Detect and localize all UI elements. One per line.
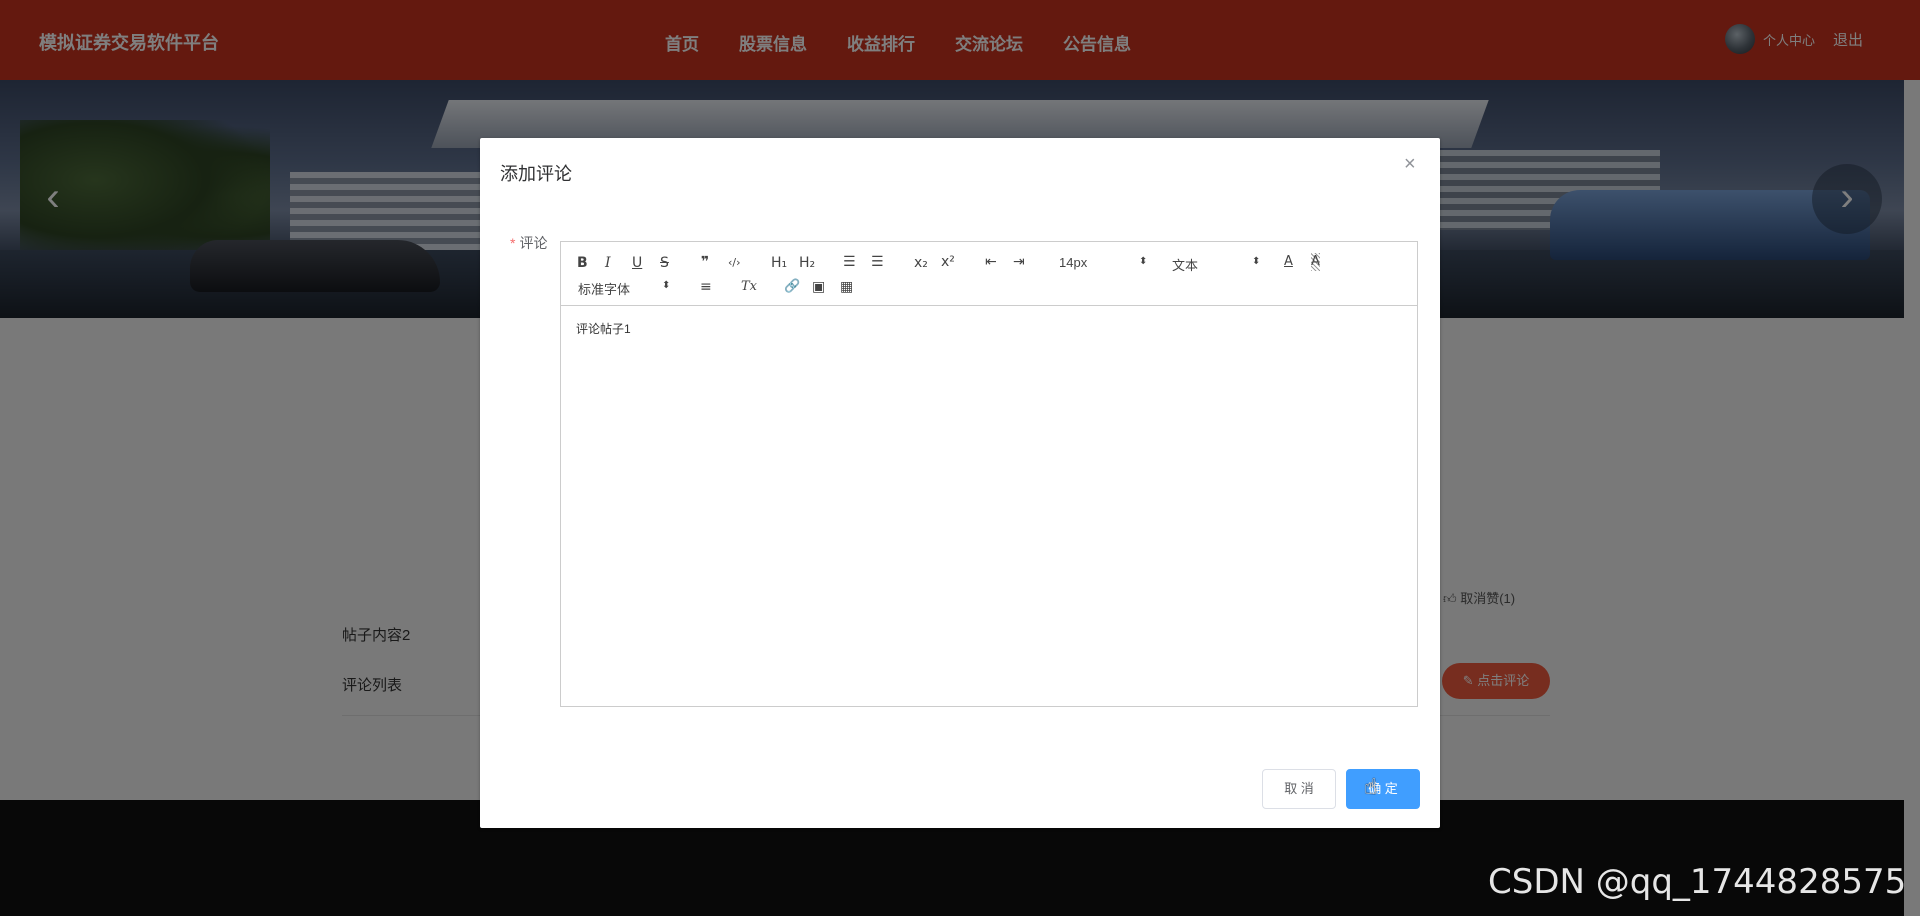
font-size-value: 14px: [1059, 255, 1088, 270]
select-caret-icon: ⬍: [1139, 256, 1148, 267]
outdent-icon[interactable]: ⇤: [985, 253, 997, 271]
font-family-select[interactable]: 标准字体 ⬍: [578, 279, 671, 297]
font-size-select[interactable]: 14px ⬍: [1059, 255, 1148, 273]
code-block-icon[interactable]: ‹/›: [728, 254, 741, 272]
video-icon[interactable]: ▦: [840, 278, 853, 296]
strikethrough-icon[interactable]: S: [660, 254, 669, 272]
add-comment-dialog: 添加评论 × * 评论 B I U S ❞ ‹/› H₁ H₂ ☰ ☰ x₂ x²…: [480, 138, 1440, 828]
comment-field-label: * 评论: [510, 233, 547, 253]
font-color-icon[interactable]: A: [1284, 253, 1293, 271]
editor-toolbar: B I U S ❞ ‹/› H₁ H₂ ☰ ☰ x₂ x² ⇤ ⇥ 14px ⬍…: [561, 242, 1417, 306]
blockquote-icon[interactable]: ❞: [701, 253, 709, 271]
required-mark: *: [510, 235, 516, 251]
hand-cursor-icon: ☝: [1364, 774, 1378, 799]
heading2-icon[interactable]: H₂: [799, 254, 815, 272]
comment-label-text: 评论: [519, 235, 548, 251]
rich-text-editor: B I U S ❞ ‹/› H₁ H₂ ☰ ☰ x₂ x² ⇤ ⇥ 14px ⬍…: [560, 241, 1418, 707]
confirm-button[interactable]: 确 定: [1346, 769, 1420, 809]
image-icon[interactable]: ▣: [812, 278, 825, 296]
bold-icon[interactable]: B: [577, 254, 588, 272]
cancel-button[interactable]: 取 消: [1262, 769, 1336, 809]
superscript-icon[interactable]: x²: [941, 253, 955, 271]
bullet-list-icon[interactable]: ☰: [871, 253, 884, 271]
italic-icon[interactable]: I: [605, 254, 611, 272]
dialog-title: 添加评论: [500, 164, 572, 184]
select-caret-icon: ⬍: [1252, 256, 1261, 267]
align-icon[interactable]: ≡: [700, 278, 712, 296]
indent-icon[interactable]: ⇥: [1013, 253, 1025, 271]
heading1-icon[interactable]: H₁: [771, 254, 787, 272]
background-color-icon[interactable]: A: [1311, 253, 1320, 271]
editor-content[interactable]: 评论帖子1: [576, 320, 631, 337]
header-format-select[interactable]: 文本 ⬍: [1172, 255, 1261, 273]
watermark: CSDN @qq_1744828575: [1488, 862, 1907, 902]
link-icon[interactable]: 🔗: [784, 278, 800, 296]
ordered-list-icon[interactable]: ☰: [843, 253, 856, 271]
close-icon[interactable]: ×: [1404, 153, 1416, 176]
clear-format-icon[interactable]: Tx: [741, 278, 757, 296]
header-format-value: 文本: [1172, 258, 1199, 273]
subscript-icon[interactable]: x₂: [914, 254, 928, 272]
underline-icon[interactable]: U: [632, 254, 642, 272]
font-family-value: 标准字体: [578, 282, 631, 297]
select-caret-icon: ⬍: [662, 280, 671, 291]
